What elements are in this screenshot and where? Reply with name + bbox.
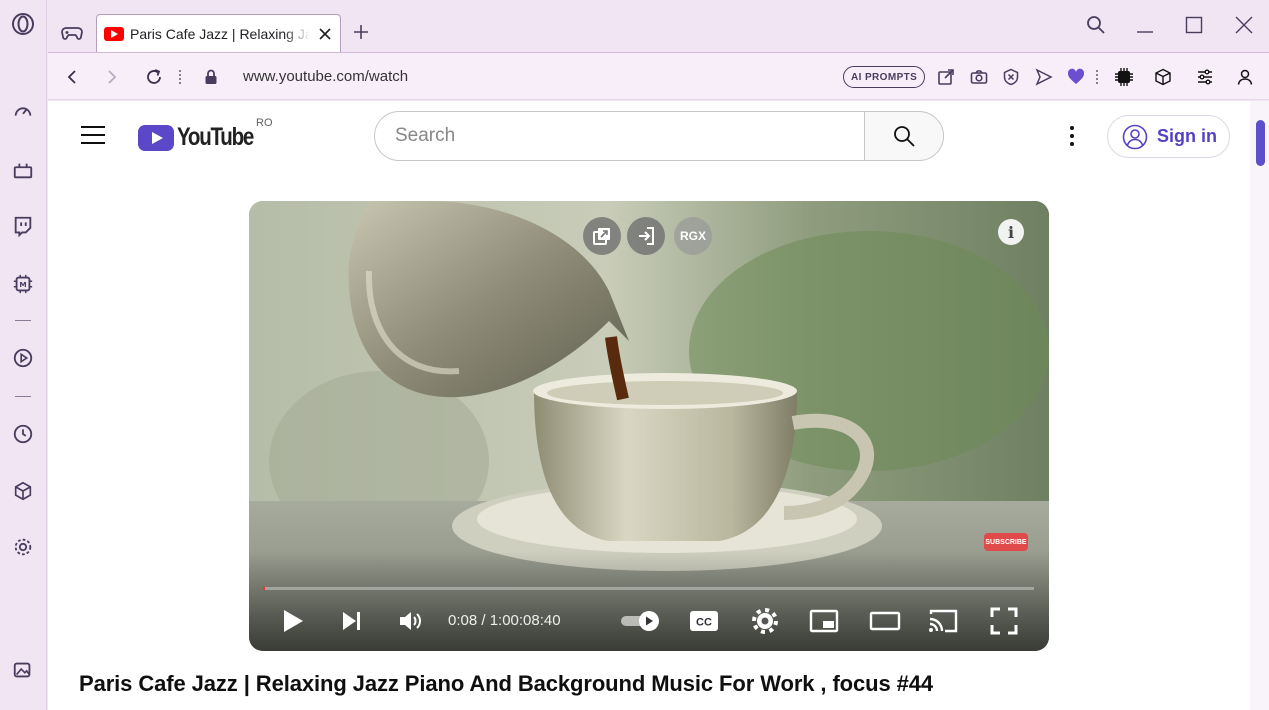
minimize-button[interactable] [1132, 12, 1158, 38]
gamepad-icon[interactable] [60, 20, 84, 44]
new-tab-button[interactable] [349, 20, 373, 44]
snapshot-camera-icon[interactable] [968, 66, 990, 88]
sidebar-divider [15, 396, 31, 397]
video-info-icon[interactable]: i [998, 219, 1024, 245]
back-button[interactable] [60, 65, 84, 89]
lock-icon[interactable] [199, 65, 223, 89]
next-button[interactable] [339, 605, 365, 637]
next-icon [343, 612, 360, 630]
enter-icon [639, 227, 654, 245]
ai-prompts-button[interactable]: AI PROMPTS [843, 66, 926, 88]
fullscreen-icon [990, 607, 1018, 635]
progress-fill [263, 587, 265, 590]
autoplay-toggle-icon [621, 611, 659, 631]
chip-extension-icon[interactable] [1113, 66, 1135, 88]
cast-icon [929, 609, 958, 633]
tab-close-icon[interactable] [316, 25, 334, 43]
enter-pip-button[interactable] [627, 217, 665, 255]
twitch-icon[interactable] [11, 214, 35, 238]
search-input[interactable] [374, 111, 865, 161]
search-button[interactable] [864, 111, 944, 161]
theater-icon [869, 611, 901, 631]
video-player[interactable]: RGX i SUBSCRIBE 0:08 / 1:00:08:40 CC [249, 201, 1049, 651]
close-window-button[interactable] [1231, 12, 1257, 38]
speed-dial-icon[interactable] [11, 100, 35, 124]
address-bar: www.youtube.com/watch AI PROMPTS [48, 52, 1269, 100]
easy-setup-sliders-icon[interactable] [1194, 66, 1216, 88]
extensions-cube-icon[interactable] [11, 479, 35, 503]
play-button[interactable] [279, 605, 307, 637]
settings-gear-icon [752, 608, 778, 634]
opera-logo-icon[interactable] [11, 12, 35, 36]
popout-video-button[interactable] [583, 217, 621, 255]
account-circle-icon [1122, 124, 1148, 149]
cast-button[interactable] [927, 605, 959, 637]
profile-icon[interactable] [1234, 66, 1256, 88]
subscribe-watermark: SUBSCRIBE [984, 533, 1028, 551]
toolbar-divider [1096, 70, 1098, 84]
maximize-button[interactable] [1181, 12, 1207, 38]
time-display: 0:08 / 1:00:08:40 [448, 612, 561, 629]
region-code: RO [256, 117, 273, 129]
tab-title: Paris Cafe Jazz | Relaxing Jazz Piano An… [130, 26, 310, 42]
sign-in-label: Sign in [1157, 126, 1217, 146]
svg-text:CC: CC [696, 617, 712, 629]
web-page: YouTube RO Sign in [48, 101, 1250, 710]
settings-more-icon[interactable] [1062, 124, 1082, 148]
history-icon[interactable] [11, 422, 35, 446]
autoplay-toggle[interactable] [619, 605, 663, 637]
youtube-logo[interactable]: YouTube [138, 123, 270, 152]
forward-button[interactable] [100, 65, 124, 89]
theater-mode-button[interactable] [868, 605, 902, 637]
tab-search-icon[interactable] [1083, 12, 1109, 38]
settings-gear-icon[interactable] [11, 535, 35, 559]
share-edit-icon[interactable] [935, 66, 957, 88]
popout-icon [593, 228, 610, 245]
progress-bar[interactable] [263, 587, 1034, 590]
cc-icon: CC [690, 611, 718, 631]
url-field[interactable]: www.youtube.com/watch [243, 68, 408, 85]
gallery-icon[interactable] [11, 658, 35, 682]
youtube-play-logo-icon [138, 124, 174, 151]
miniplayer-icon [809, 609, 839, 633]
player-icon[interactable] [11, 346, 35, 370]
favorites-heart-icon[interactable] [1065, 66, 1087, 88]
fullscreen-button[interactable] [989, 605, 1019, 637]
subtitles-button[interactable]: CC [689, 605, 719, 637]
toolbar-divider [179, 70, 181, 84]
tab-active[interactable]: Paris Cafe Jazz | Relaxing Jazz Piano An… [96, 14, 341, 53]
play-icon [284, 610, 303, 632]
mute-button[interactable] [397, 605, 425, 637]
sidebar-divider [15, 320, 31, 321]
shopping-icon[interactable] [11, 158, 35, 182]
search-icon [894, 126, 915, 147]
ad-blocker-icon[interactable] [1000, 66, 1022, 88]
extensions-box-icon[interactable] [1152, 66, 1174, 88]
aria-chip-icon[interactable]: M [11, 272, 35, 296]
video-title: Paris Cafe Jazz | Relaxing Jazz Piano An… [79, 671, 934, 696]
reload-button[interactable] [142, 65, 166, 89]
rgx-button[interactable]: RGX [674, 217, 712, 255]
scrollbar-thumb[interactable] [1256, 120, 1265, 166]
sign-in-button[interactable]: Sign in [1107, 115, 1230, 158]
svg-text:M: M [19, 280, 26, 289]
youtube-wordmark: YouTube [177, 123, 254, 151]
page-scrollbar[interactable] [1250, 101, 1269, 710]
tab-strip: Paris Cafe Jazz | Relaxing Jazz Piano An… [47, 0, 1269, 53]
settings-button[interactable] [751, 605, 779, 637]
volume-icon [400, 612, 421, 630]
browser-sidebar: M [0, 0, 47, 710]
send-icon[interactable] [1033, 66, 1055, 88]
guide-menu-icon[interactable] [81, 126, 105, 146]
miniplayer-button[interactable] [808, 605, 840, 637]
youtube-favicon-icon [104, 27, 124, 41]
